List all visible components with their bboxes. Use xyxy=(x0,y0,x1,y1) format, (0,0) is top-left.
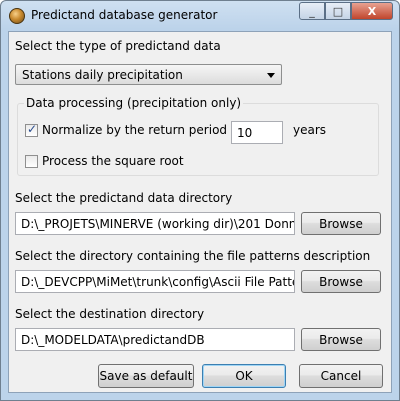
data-dir-field[interactable]: D:\_PROJETS\MINERVE (working dir)\201 Do… xyxy=(15,212,295,235)
years-label: years xyxy=(293,123,327,137)
minimize-button[interactable]: _ xyxy=(299,2,325,20)
window-title: Predictand database generator xyxy=(31,8,218,22)
maximize-icon: □ xyxy=(332,4,344,18)
save-as-default-button[interactable]: Save as default xyxy=(98,364,194,388)
dest-dir-field[interactable]: D:\_MODELDATA\predictandDB xyxy=(15,328,295,351)
ok-button[interactable]: OK xyxy=(202,364,286,388)
data-dir-label: Select the predictand data directory xyxy=(15,191,233,205)
square-root-checkbox[interactable] xyxy=(25,155,38,168)
close-icon: X xyxy=(367,4,377,18)
predictand-type-dropdown[interactable]: Stations daily precipitation xyxy=(15,64,282,85)
dest-dir-label: Select the destination directory xyxy=(15,307,205,321)
normalize-checkbox[interactable]: ✓ xyxy=(25,122,38,137)
data-processing-group: Data processing (precipitation only) ✓ N… xyxy=(17,96,379,176)
dialog-content: Select the type of predictand data Stati… xyxy=(8,31,392,393)
title-bar[interactable]: Predictand database generator _ □ X xyxy=(1,1,399,31)
dest-dir-browse-button[interactable]: Browse xyxy=(301,328,381,351)
minimize-icon: _ xyxy=(309,4,315,18)
patterns-dir-browse-button[interactable]: Browse xyxy=(301,270,381,293)
predictand-type-value: Stations daily precipitation xyxy=(22,68,183,82)
maximize-button[interactable]: □ xyxy=(325,2,351,20)
chevron-down-icon xyxy=(267,73,275,78)
patterns-dir-field[interactable]: D:\_DEVCPP\MiMet\trunk\config\Ascii File… xyxy=(15,270,295,293)
square-root-label: Process the square root xyxy=(42,154,184,168)
data-dir-browse-button[interactable]: Browse xyxy=(301,212,381,235)
predictand-type-label: Select the type of predictand data xyxy=(15,39,221,53)
checkmark-icon: ✓ xyxy=(27,122,38,136)
close-button[interactable]: X xyxy=(351,2,393,20)
cancel-button[interactable]: Cancel xyxy=(299,364,383,388)
app-icon xyxy=(9,8,25,24)
dialog-window: Predictand database generator _ □ X Sele… xyxy=(0,0,400,401)
patterns-dir-label: Select the directory containing the file… xyxy=(15,249,371,263)
window-controls: _ □ X xyxy=(299,2,393,20)
return-period-field[interactable]: 10 xyxy=(231,121,283,144)
data-processing-title: Data processing (precipitation only) xyxy=(24,96,244,110)
normalize-label: Normalize by the return period of xyxy=(42,123,243,137)
